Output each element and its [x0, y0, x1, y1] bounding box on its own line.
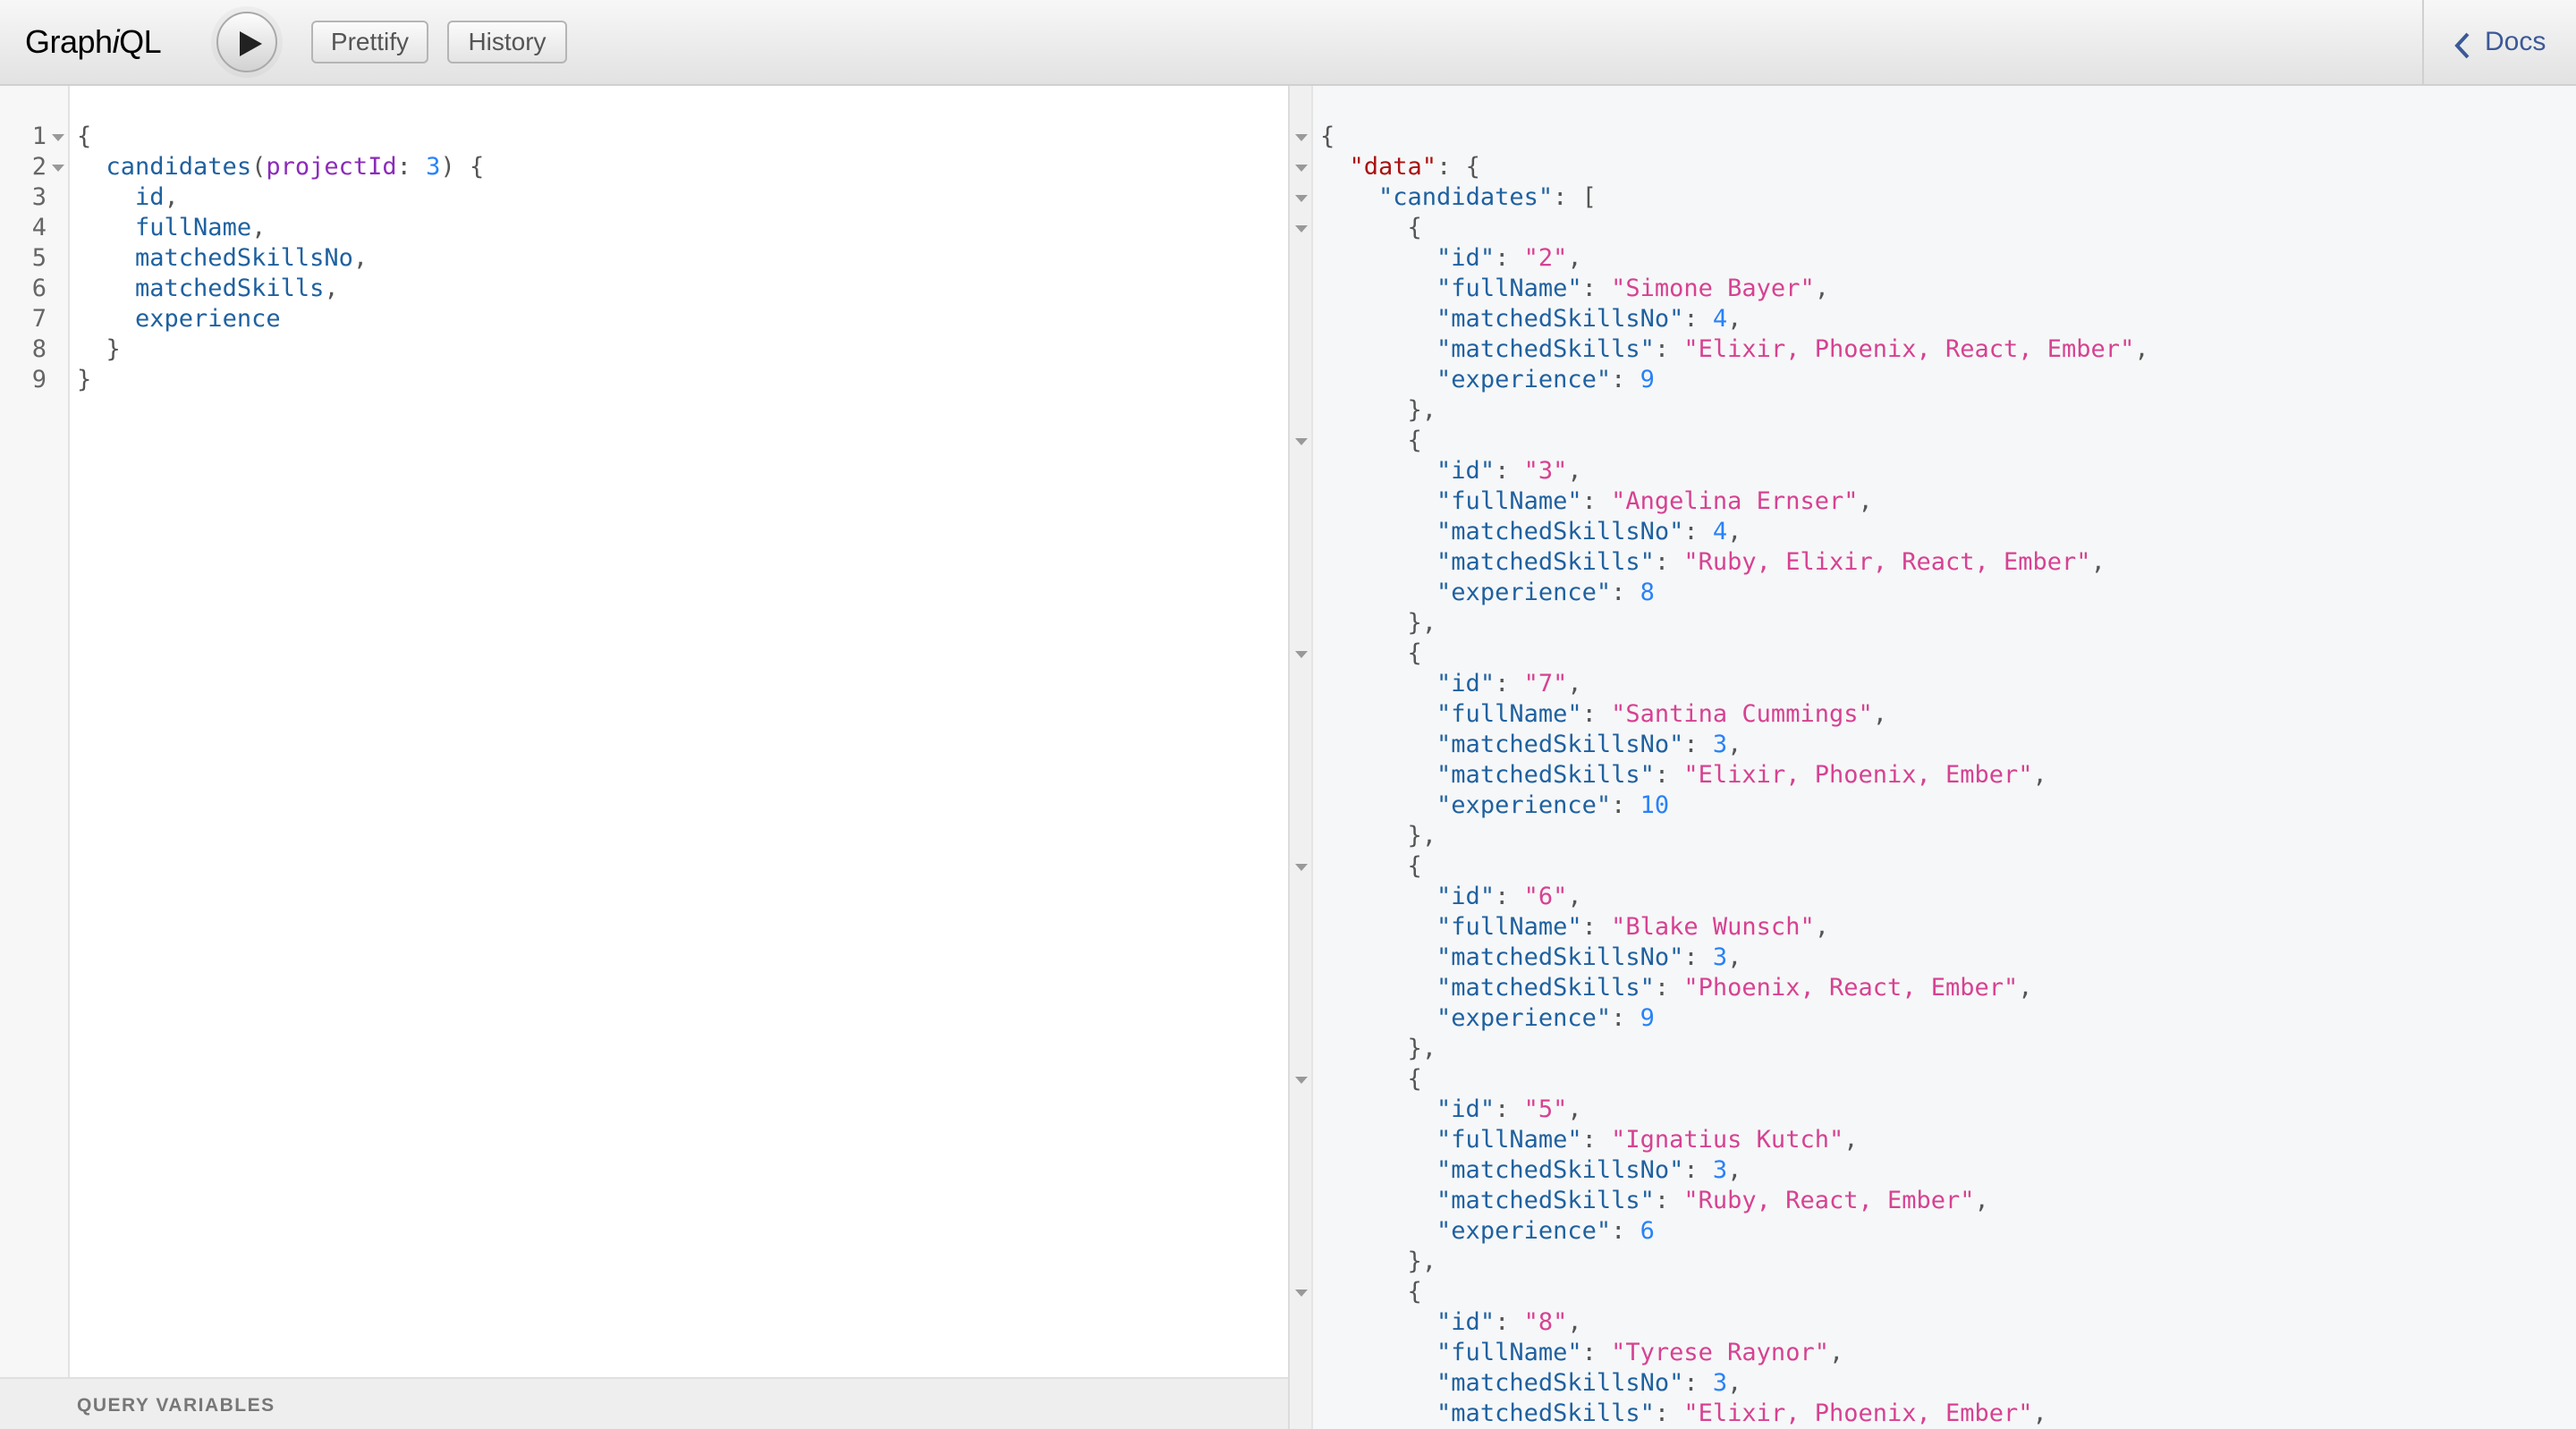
fold-marker-icon[interactable]: [1295, 651, 1308, 658]
result-line: "experience": 6: [1436, 1217, 1655, 1245]
line-number-gutter: 1 2 3 4 5 6 7 8 9: [0, 86, 70, 1377]
line-number: 1: [31, 123, 47, 150]
result-line: "fullName": "Blake Wunsch",: [1436, 913, 1829, 941]
query-line: experience: [135, 305, 281, 333]
fold-marker-icon[interactable]: [1295, 864, 1308, 871]
toolbar: GraphiQL Prettify History Docs: [0, 0, 2576, 86]
fold-marker-icon[interactable]: [1295, 1289, 1308, 1297]
result-line: "id": "3",: [1436, 457, 1582, 485]
result-line: "matchedSkillsNo": 4,: [1436, 305, 1742, 333]
result-line: "experience": 9: [1436, 366, 1655, 393]
result-line: {: [1407, 427, 1422, 454]
fold-marker-icon[interactable]: [1295, 134, 1308, 141]
line-number: 9: [31, 366, 47, 393]
result-line: "id": "2",: [1436, 244, 1582, 272]
result-line: "id": "8",: [1436, 1308, 1582, 1336]
query-line: id,: [135, 183, 179, 211]
result-line: "matchedSkillsNo": 3,: [1436, 1369, 1742, 1397]
query-line: fullName,: [135, 214, 267, 241]
result-line: "fullName": "Ignatius Kutch",: [1436, 1126, 1859, 1154]
result-line: "fullName": "Santina Cummings",: [1436, 700, 1887, 728]
result-line: "experience": 10: [1436, 791, 1670, 819]
result-line: "experience": 9: [1436, 1004, 1655, 1032]
result-gutter: [1290, 86, 1313, 1429]
result-line: "matchedSkills": "Elixir, Phoenix, React…: [1436, 335, 2149, 363]
result-line: "id": "7",: [1436, 670, 1582, 698]
line-number: 7: [31, 305, 47, 333]
result-line: },: [1407, 609, 1437, 637]
execute-query-button[interactable]: [216, 12, 277, 72]
result-line: "matchedSkillsNo": 3,: [1436, 731, 1742, 758]
line-number: 3: [31, 183, 47, 211]
query-editor[interactable]: 1 2 3 4 5 6 7 8 9 { candidates(projectId…: [0, 86, 1288, 1429]
fold-marker-icon[interactable]: [1295, 1077, 1308, 1084]
line-number: 4: [31, 214, 47, 241]
result-line: "matchedSkills": "Elixir, Phoenix, Ember…: [1436, 1399, 2047, 1427]
chevron-left-icon: [2454, 32, 2470, 59]
result-line: {: [1407, 1065, 1422, 1093]
line-number: 5: [31, 244, 47, 272]
docs-area: Docs: [2422, 0, 2576, 86]
fold-marker-icon[interactable]: [52, 134, 64, 141]
result-viewer: { "data": { "candidates": [ { "id": "2",…: [1290, 86, 2576, 1429]
query-line: matchedSkills,: [135, 275, 339, 302]
result-line: {: [1407, 639, 1422, 667]
result-line: "matchedSkills": "Ruby, React, Ember",: [1436, 1187, 1989, 1214]
result-line: "matchedSkillsNo": 3,: [1436, 943, 1742, 971]
fold-marker-icon[interactable]: [1295, 165, 1308, 172]
result-line: },: [1407, 1247, 1437, 1275]
query-line: }: [106, 335, 121, 363]
result-line: {: [1407, 852, 1422, 880]
result-line: "fullName": "Angelina Ernser",: [1436, 487, 1873, 515]
fold-marker-icon[interactable]: [1295, 438, 1308, 445]
query-line: candidates(projectId: 3) {: [106, 153, 485, 181]
query-line: matchedSkillsNo,: [135, 244, 369, 272]
history-button[interactable]: History: [447, 21, 567, 63]
result-line: "fullName": "Tyrese Raynor",: [1436, 1339, 1844, 1366]
fold-marker-icon[interactable]: [1295, 225, 1308, 233]
query-variables-title: QUERY VARIABLES: [77, 1395, 275, 1416]
result-line: },: [1407, 822, 1437, 850]
result-line: "experience": 8: [1436, 579, 1655, 606]
result-line: },: [1407, 1035, 1437, 1062]
query-line: }: [77, 366, 92, 393]
result-line: {: [1320, 123, 1335, 150]
result-line: "id": "6",: [1436, 883, 1582, 910]
docs-label: Docs: [2485, 27, 2546, 56]
result-line: "id": "5",: [1436, 1095, 1582, 1123]
prettify-button[interactable]: Prettify: [311, 21, 428, 63]
play-icon: [240, 31, 262, 56]
result-line: "matchedSkills": "Elixir, Phoenix, Ember…: [1436, 761, 2047, 789]
result-line: "matchedSkills": "Phoenix, React, Ember"…: [1436, 974, 2033, 1002]
result-line: "candidates": [: [1378, 183, 1597, 211]
result-line: {: [1407, 214, 1422, 241]
line-number: 8: [31, 335, 47, 363]
query-variables-bar[interactable]: QUERY VARIABLES: [0, 1377, 1288, 1429]
fold-marker-icon[interactable]: [1295, 195, 1308, 202]
query-line: {: [77, 123, 92, 150]
line-number: 6: [31, 275, 47, 302]
line-number: 2: [31, 153, 47, 181]
app-title: GraphiQL: [25, 23, 162, 60]
result-line: },: [1407, 396, 1437, 424]
result-line: "matchedSkills": "Ruby, Elixir, React, E…: [1436, 548, 2106, 576]
result-line: "fullName": "Simone Bayer",: [1436, 275, 1829, 302]
result-line: "data": {: [1349, 153, 1480, 181]
result-line: "matchedSkillsNo": 4,: [1436, 518, 1742, 545]
result-line: "matchedSkillsNo": 3,: [1436, 1156, 1742, 1184]
fold-marker-icon[interactable]: [52, 165, 64, 172]
result-line: {: [1407, 1278, 1422, 1306]
